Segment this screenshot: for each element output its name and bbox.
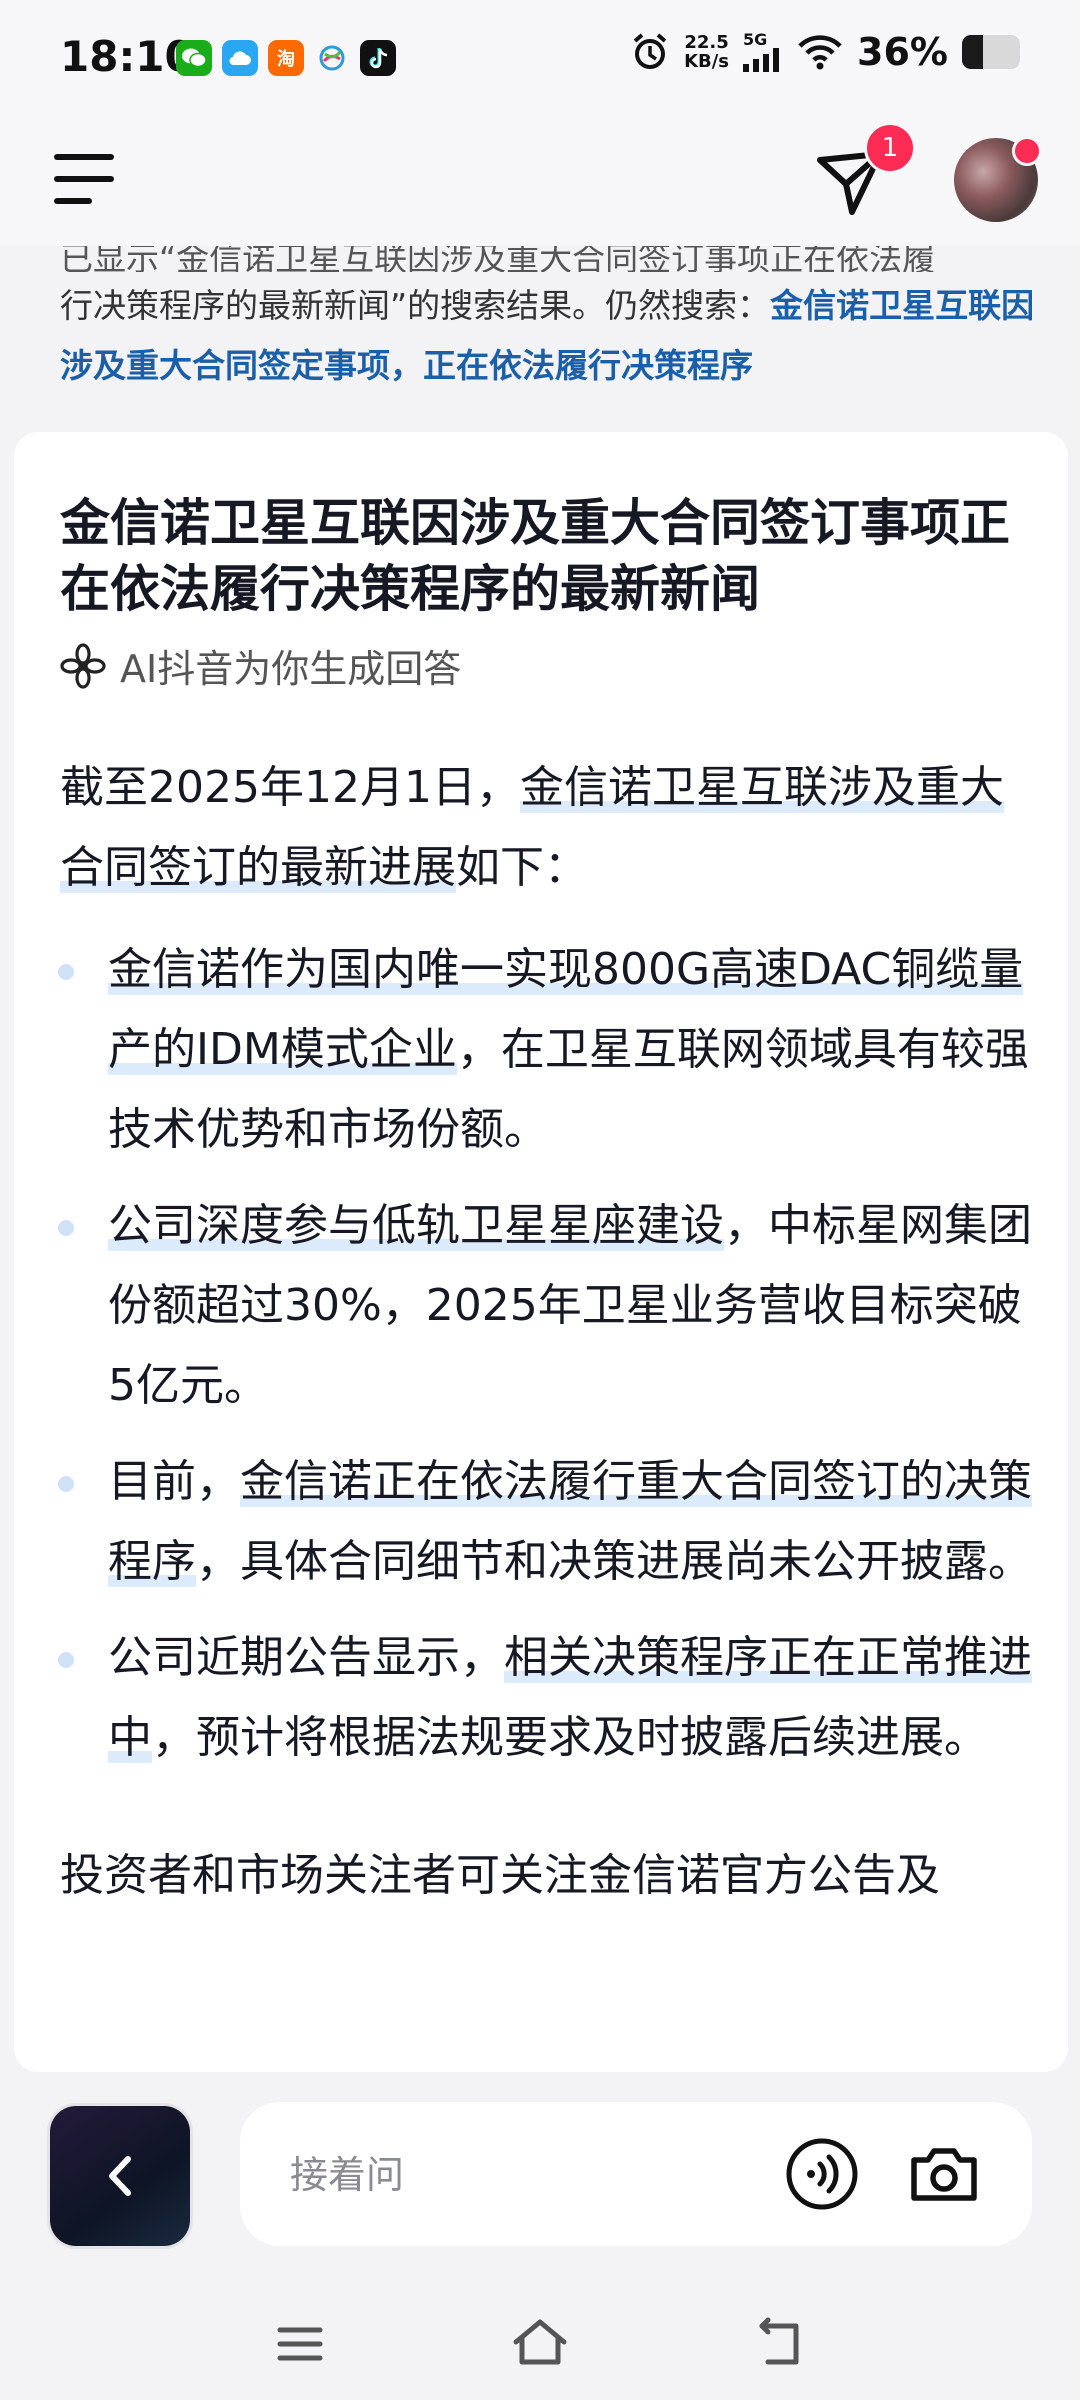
search-notice: 已显示“金信诺卫星互联因涉及重大合同签订事项正在依法履 行决策程序的最新新闻”的… <box>60 246 1040 396</box>
notification-badge: 1 <box>864 122 916 174</box>
camera-button[interactable] <box>906 2136 982 2212</box>
list-item: 目前，金信诺正在依法履行重大合同签订的决策程序，具体合同细节和决策进展尚未公开披… <box>58 1442 1040 1602</box>
voice-button[interactable] <box>784 2136 860 2212</box>
answer-closing: 投资者和市场关注者可关注金信诺官方公告及 <box>60 1850 940 1901</box>
bullet-prefix: 公司近期公告显示， <box>108 1632 504 1683</box>
alarm-icon <box>633 33 667 69</box>
bullet-highlight-link[interactable]: 公司深度参与低轨卫星星座建设 <box>108 1200 724 1251</box>
search-notice-partial-line: 已显示“金信诺卫星互联因涉及重大合同签订事项正在依法履 <box>60 246 936 272</box>
intro-suffix: 如下： <box>456 842 588 893</box>
answer-title: 金信诺卫星互联因涉及重大合同签订事项正在依法履行决策程序的最新新闻 <box>60 494 1010 618</box>
follow-up-input[interactable] <box>288 2146 732 2204</box>
signal-group: 5G <box>743 32 783 72</box>
voice-wave-icon <box>786 2138 858 2210</box>
cloud-app-icon <box>222 40 258 76</box>
status-time: 18:10 <box>60 32 194 81</box>
system-navigation-bar <box>0 2290 1080 2400</box>
top-navigation: 1 <box>0 118 1080 246</box>
menu-icon-line <box>54 198 92 204</box>
answer-card: 金信诺卫星互联因涉及重大合同签订事项正在依法履行决策程序的最新新闻 AI抖音为你… <box>14 432 1068 2072</box>
home-icon <box>513 2319 567 2365</box>
status-indicators: 22.5 KB/s 5G 36% <box>630 30 1020 74</box>
follow-up-input-box <box>240 2102 1032 2246</box>
answer-bullet-list: 金信诺作为国内唯一实现800G高速DAC铜缆量产的IDM模式企业，在卫星互联网领… <box>58 930 1040 1778</box>
wifi-icon <box>798 35 842 70</box>
bullet-suffix: ，具体合同细节和决策进展尚未公开披露。 <box>196 1536 1032 1587</box>
search-notice-prefix: 行决策程序的最新新闻”的搜索结果。仍然搜索： <box>60 286 771 325</box>
avatar-notification-dot <box>1012 136 1042 166</box>
status-bar: 18:10 淘 22.5 KB/s 5G 36% <box>0 0 1080 118</box>
battery-percent: 36% <box>857 30 948 74</box>
notification-app-icons: 淘 <box>176 40 396 76</box>
back-button[interactable] <box>50 2106 190 2246</box>
intro-prefix: 截至2025年12月1日， <box>60 762 520 813</box>
menu-icon-line <box>54 176 114 182</box>
network-speed: 22.5 KB/s <box>684 33 729 71</box>
ai-label-text: AI抖音为你生成回答 <box>120 647 462 691</box>
ai-generated-label: AI抖音为你生成回答 <box>60 638 461 693</box>
list-item: 金信诺作为国内唯一实现800G高速DAC铜缆量产的IDM模式企业，在卫星互联网领… <box>58 930 1040 1170</box>
tiktok-icon <box>360 40 396 76</box>
taobao-icon: 淘 <box>268 40 304 76</box>
ai-flower-icon <box>60 642 106 689</box>
bullet-suffix: ，预计将根据法规要求及时披露后续进展。 <box>152 1712 988 1763</box>
chevron-left-icon <box>109 2156 131 2196</box>
signal-icon <box>743 48 780 72</box>
camera-icon <box>911 2148 977 2201</box>
answer-content: 截至2025年12月1日，金信诺卫星互联涉及重大合同签订的最新进展如下： 金信诺… <box>58 748 1040 1916</box>
home-button[interactable] <box>508 2312 572 2376</box>
network-type: 5G <box>743 30 768 49</box>
bullet-prefix: 目前， <box>108 1456 240 1507</box>
mobile-network-icon <box>314 40 350 76</box>
search-notice-text: 行决策程序的最新新闻”的搜索结果。仍然搜索：金信诺卫星互联因涉及重大合同签定事项… <box>60 276 1040 396</box>
taobao-label: 淘 <box>277 49 295 70</box>
answer-intro: 截至2025年12月1日，金信诺卫星互联涉及重大合同签订的最新进展如下： <box>60 748 1040 908</box>
battery-level-fill <box>962 35 983 69</box>
wechat-icon <box>176 40 212 76</box>
list-item: 公司近期公告显示，相关决策程序正在正常推进中，预计将根据法规要求及时披露后续进展… <box>58 1618 1040 1778</box>
menu-button[interactable] <box>54 154 114 206</box>
list-item: 公司深度参与低轨卫星星座建设，中标星网集团份额超过30%，2025年卫星业务营收… <box>58 1186 1040 1426</box>
network-speed-value: 22.5 <box>684 32 729 53</box>
system-back-button[interactable] <box>748 2312 812 2376</box>
recent-apps-button[interactable] <box>268 2312 332 2376</box>
network-speed-unit: KB/s <box>684 51 730 72</box>
menu-icon-line <box>54 154 114 160</box>
battery-icon <box>962 35 1020 69</box>
menu-lines-icon <box>277 2327 323 2361</box>
return-arrow-icon <box>759 2317 799 2365</box>
